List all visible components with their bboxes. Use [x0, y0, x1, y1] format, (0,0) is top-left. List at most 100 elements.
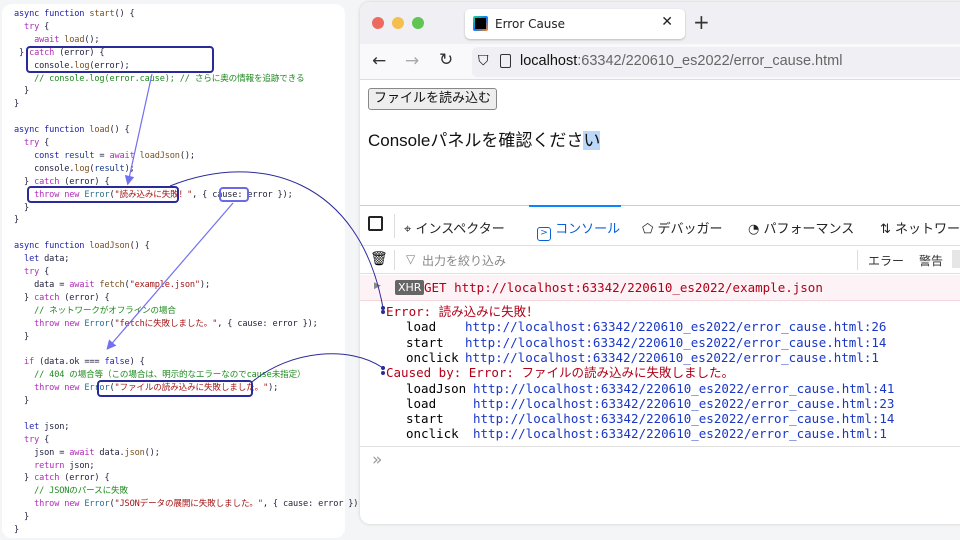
close-tab-icon[interactable]: ✕	[661, 14, 673, 30]
minimize-window-button[interactable]	[392, 17, 404, 29]
code-token: ();	[84, 34, 100, 45]
code-line: throw new Error("fetchに失敗しました。", { cause…	[14, 318, 318, 331]
code-line: if (data.ok === false) {	[14, 356, 145, 369]
code-line: } catch (error) {	[14, 292, 110, 305]
webstorm-favicon-icon	[473, 16, 488, 31]
debugger-icon: ⬠	[642, 222, 658, 237]
expand-dot-icon[interactable]	[381, 310, 385, 314]
source-link[interactable]: http://localhost:63342/220610_es2022/err…	[473, 426, 887, 441]
source-link[interactable]: http://localhost:63342/220610_es2022/err…	[473, 396, 894, 411]
code-token: =	[94, 150, 110, 161]
prompt-icon: »	[372, 450, 383, 470]
code-line: }	[14, 331, 29, 344]
tab-bar: Error Cause ✕ +	[360, 2, 960, 44]
code-token: () {	[114, 9, 135, 19]
performance-icon: ◔	[748, 222, 764, 237]
code-token: "JSONデータの展開に失敗しました。"	[114, 499, 264, 510]
code-token: result	[64, 150, 95, 161]
maximize-window-button[interactable]	[412, 17, 424, 29]
code-line: data = await fetch("example.json");	[14, 279, 210, 292]
code-line: }	[14, 85, 29, 98]
code-token: try	[14, 434, 40, 445]
browser-tab[interactable]: Error Cause ✕	[465, 9, 685, 39]
code-token: data =	[14, 279, 70, 290]
code-token: Error	[84, 499, 110, 510]
new-tab-button[interactable]: +	[693, 10, 710, 34]
error-message: Error: 読み込みに失敗！	[381, 304, 960, 319]
code-token: load	[89, 125, 110, 136]
tab-inspector[interactable]: ⌖ インスペクター	[404, 218, 505, 237]
tab-label: パフォーマンス	[763, 222, 855, 237]
source-link[interactable]: http://localhost:63342/220610_es2022/err…	[473, 411, 894, 426]
code-line: async function load() {	[14, 124, 130, 137]
code-token: try	[14, 138, 40, 148]
code-line: }	[14, 202, 29, 215]
element-picker-icon[interactable]	[368, 216, 383, 231]
tab-label: デバッガー	[657, 222, 723, 237]
code-line: }	[14, 98, 19, 111]
code-token: await	[69, 279, 100, 290]
code-line: try {	[14, 266, 49, 279]
tab-debugger[interactable]: ⬠ デバッガー	[642, 218, 722, 237]
code-line: }	[14, 511, 29, 524]
xhr-request-line: GET http://localhost:63342/220610_es2022…	[424, 280, 823, 295]
function-name: onclick	[406, 426, 459, 442]
level-errors[interactable]: エラー	[868, 252, 904, 269]
console-xhr-row[interactable]: ▶ XHR GET http://localhost:63342/220610_…	[360, 275, 960, 301]
expand-dot-icon[interactable]	[381, 371, 385, 376]
stack-frame: load http://localhost:63342/220610_es2022…	[406, 396, 960, 411]
code-line: }	[14, 214, 19, 227]
filter-input[interactable]: 出力を絞り込み	[422, 252, 506, 269]
code-token: data;	[44, 254, 70, 265]
stack-frame: loadJson http://localhost:63342/220610_es…	[406, 381, 960, 396]
page-text-selected: い	[583, 131, 601, 150]
code-token: try	[14, 21, 40, 32]
stack-frame: load http://localhost:63342/220610_es2022…	[406, 319, 960, 334]
code-token: json;	[69, 460, 95, 471]
back-button[interactable]: ←	[372, 51, 386, 71]
code-token: }	[14, 215, 20, 226]
code-line: return json;	[14, 460, 94, 473]
source-link[interactable]: http://localhost:63342/220610_es2022/err…	[465, 319, 886, 334]
code-token: let	[14, 421, 45, 432]
url-bar[interactable]: ⛉ localhost:63342/220610_es2022/error_ca…	[472, 47, 960, 77]
code-token: (error) {	[59, 473, 110, 484]
expand-icon[interactable]: ▶	[374, 281, 381, 291]
code-token: try	[14, 267, 40, 277]
code-token: await	[69, 447, 100, 458]
code-token: );	[199, 279, 210, 290]
source-link[interactable]: http://localhost:63342/220610_es2022/err…	[465, 350, 879, 365]
code-line: let json;	[14, 421, 69, 434]
devtools: ⌖ インスペクター > コンソール ⬠ デバッガー ◔ パフォーマンス ⇅ ネッ…	[360, 205, 960, 470]
console-input[interactable]: »	[360, 446, 960, 474]
code-token: }	[14, 202, 30, 213]
page-icon	[500, 54, 511, 68]
shield-icon: ⛉	[478, 52, 489, 68]
tab-console[interactable]: > コンソール	[537, 218, 620, 241]
xhr-badge: XHR	[395, 280, 425, 295]
code-line: console.log(result);	[14, 163, 140, 176]
source-link[interactable]: http://localhost:63342/220610_es2022/err…	[473, 381, 894, 396]
network-icon: ⇅	[880, 222, 896, 237]
reload-button[interactable]: ↻	[439, 50, 453, 70]
tab-title: Error Cause	[495, 17, 566, 31]
level-warnings[interactable]: 警告	[919, 252, 943, 269]
source-link[interactable]: http://localhost:63342/220610_es2022/err…	[465, 335, 886, 350]
load-file-button[interactable]: ファイルを読み込む	[368, 88, 498, 110]
tab-label: インスペクター	[415, 222, 505, 237]
code-line: try {	[14, 434, 49, 447]
code-token: fetch	[99, 279, 125, 290]
code-token: json =	[14, 447, 70, 458]
code-line: const result = await loadJson();	[14, 150, 195, 163]
tab-performance[interactable]: ◔ パフォーマンス	[748, 218, 854, 237]
trash-icon[interactable]: 🗑	[370, 251, 388, 267]
code-token: {	[39, 267, 50, 277]
highlight-message-box	[97, 380, 253, 397]
code-token: throw new	[14, 499, 85, 510]
code-token: , { cause: error });	[262, 499, 364, 510]
highlight-cause-box	[219, 187, 249, 202]
tab-network[interactable]: ⇅ ネットワーク	[880, 218, 960, 237]
close-window-button[interactable]	[372, 17, 384, 29]
cause-message-text: Caused by: Error: ファイルの読み込みに失敗しました。	[386, 365, 734, 381]
forward-button[interactable]: →	[405, 51, 419, 71]
